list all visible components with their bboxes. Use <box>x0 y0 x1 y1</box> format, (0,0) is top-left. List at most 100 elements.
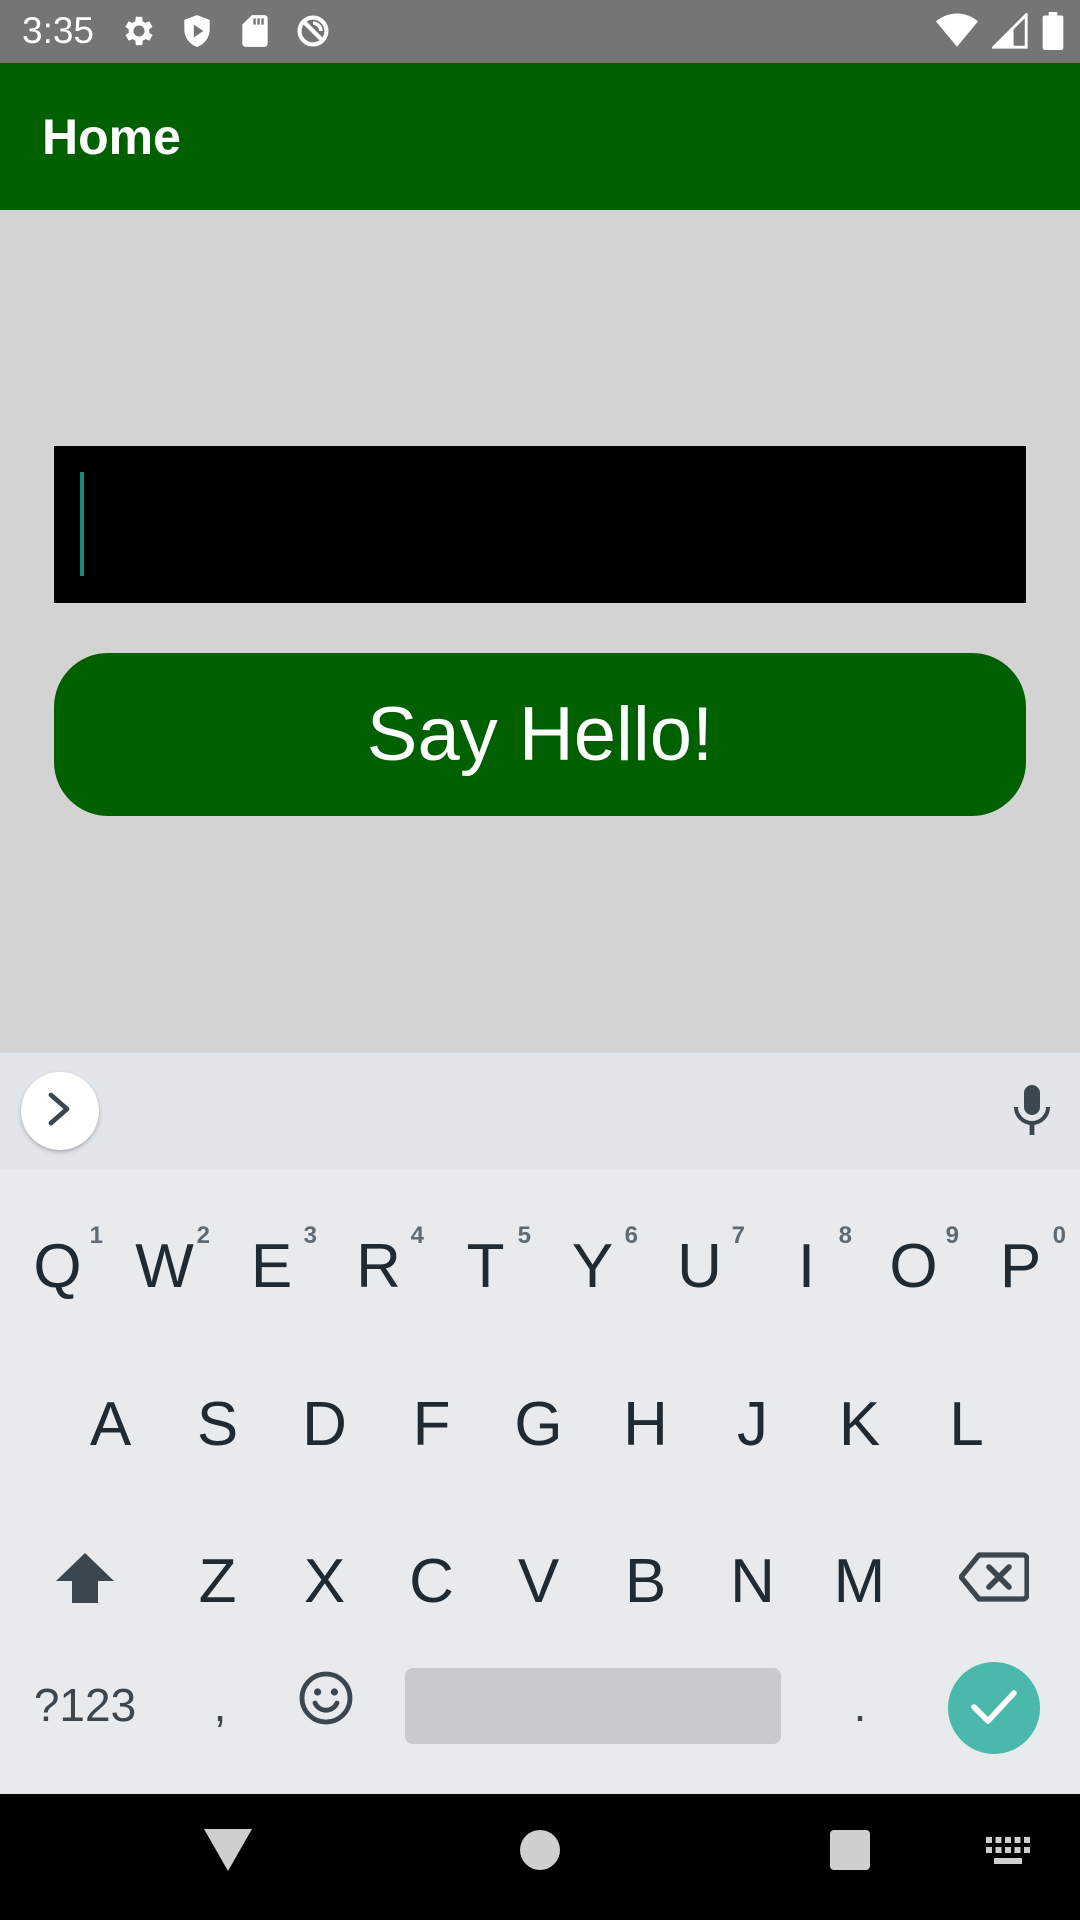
key-a[interactable]: A <box>57 1350 164 1500</box>
key-n[interactable]: N <box>699 1507 806 1657</box>
back-triangle-icon <box>204 1828 252 1876</box>
symbols-key[interactable]: ?123 <box>20 1630 150 1780</box>
key-q[interactable]: Q1 <box>4 1192 111 1342</box>
symbols-label: ?123 <box>33 1679 137 1731</box>
comma-key[interactable]: , <box>170 1630 270 1780</box>
key-p[interactable]: P0 <box>967 1192 1074 1342</box>
key-r[interactable]: R4 <box>325 1192 432 1342</box>
key-hint: 2 <box>196 1222 210 1249</box>
key-hint: 4 <box>410 1222 424 1249</box>
backspace-key[interactable] <box>935 1507 1053 1657</box>
key-l[interactable]: L <box>913 1350 1020 1500</box>
gear-icon <box>120 12 158 50</box>
key-letter: W <box>135 1232 194 1301</box>
text-entry-field[interactable] <box>54 446 1026 603</box>
keyboard-icon <box>986 1836 1030 1870</box>
microphone-icon <box>1012 1084 1052 1142</box>
shift-icon <box>56 1547 114 1618</box>
home-circle-icon <box>520 1829 560 1875</box>
key-y[interactable]: Y6 <box>539 1192 646 1342</box>
backspace-icon <box>958 1547 1030 1618</box>
key-k[interactable]: K <box>806 1350 913 1500</box>
status-bar: 3:35 <box>0 0 1080 63</box>
key-j[interactable]: J <box>699 1350 806 1500</box>
key-letter: B <box>624 1547 667 1616</box>
emoji-key[interactable] <box>278 1630 374 1780</box>
key-c[interactable]: C <box>378 1507 485 1657</box>
key-i[interactable]: I8 <box>753 1192 860 1342</box>
cell-signal-icon <box>992 13 1028 49</box>
key-t[interactable]: T5 <box>432 1192 539 1342</box>
key-letter: V <box>517 1547 560 1616</box>
checkmark-icon <box>970 1687 1018 1730</box>
key-hint: 1 <box>89 1222 103 1249</box>
recents-button[interactable] <box>820 1822 880 1882</box>
emoji-icon <box>298 1670 354 1741</box>
text-cursor <box>80 472 84 576</box>
key-hint: 7 <box>731 1222 745 1249</box>
status-time: 3:35 <box>22 10 95 51</box>
enter-key[interactable] <box>948 1662 1040 1754</box>
key-letter: Q <box>33 1232 82 1301</box>
status-left-icons <box>120 12 332 50</box>
key-hint: 0 <box>1052 1222 1066 1249</box>
say-hello-label: Say Hello! <box>366 691 714 777</box>
key-u[interactable]: U7 <box>646 1192 753 1342</box>
key-o[interactable]: O9 <box>860 1192 967 1342</box>
battery-icon <box>1042 12 1064 50</box>
key-w[interactable]: W2 <box>111 1192 218 1342</box>
page-title: Home <box>42 109 181 165</box>
app-bar: Home <box>0 63 1080 210</box>
space-key[interactable] <box>405 1668 781 1744</box>
key-letter: D <box>302 1390 347 1459</box>
key-letter: T <box>466 1232 505 1301</box>
key-letter: P <box>999 1232 1042 1301</box>
wifi-icon <box>936 13 978 49</box>
key-letter: X <box>303 1547 346 1616</box>
key-hint: 9 <box>945 1222 959 1249</box>
key-letter: F <box>412 1390 451 1459</box>
navigation-bar <box>0 1794 1080 1920</box>
key-letter: H <box>623 1390 668 1459</box>
sd-card-icon <box>236 12 274 50</box>
period-label: . <box>853 1679 867 1731</box>
suggestion-bar <box>0 1052 1080 1169</box>
key-b[interactable]: B <box>592 1507 699 1657</box>
key-letter: M <box>833 1547 886 1616</box>
key-letter: U <box>677 1232 722 1301</box>
key-hint: 5 <box>517 1222 531 1249</box>
key-h[interactable]: H <box>592 1350 699 1500</box>
key-letter: J <box>737 1390 768 1459</box>
no-sync-icon <box>294 12 332 50</box>
key-s[interactable]: S <box>164 1350 271 1500</box>
shield-icon <box>178 12 216 50</box>
key-letter: C <box>409 1547 454 1616</box>
key-hint: 3 <box>303 1222 317 1249</box>
key-hint: 8 <box>838 1222 852 1249</box>
key-e[interactable]: E3 <box>218 1192 325 1342</box>
key-letter: G <box>514 1390 563 1459</box>
say-hello-button[interactable]: Say Hello! <box>54 653 1026 816</box>
key-letter: K <box>838 1390 881 1459</box>
key-letter: N <box>730 1547 775 1616</box>
comma-label: , <box>213 1679 227 1731</box>
key-f[interactable]: F <box>378 1350 485 1500</box>
key-v[interactable]: V <box>485 1507 592 1657</box>
key-letter: I <box>797 1232 816 1301</box>
key-letter: E <box>250 1232 293 1301</box>
voice-input-button[interactable] <box>1010 1084 1054 1142</box>
expand-toolbar-button[interactable] <box>21 1072 99 1150</box>
key-letter: Z <box>198 1547 237 1616</box>
period-key[interactable]: . <box>810 1630 910 1780</box>
key-letter: R <box>356 1232 401 1301</box>
key-g[interactable]: G <box>485 1350 592 1500</box>
key-letter: O <box>889 1232 938 1301</box>
keyboard-switch-button[interactable] <box>980 1828 1036 1878</box>
key-hint: 6 <box>624 1222 638 1249</box>
key-letter: S <box>196 1390 239 1459</box>
key-d[interactable]: D <box>271 1350 378 1500</box>
key-letter: L <box>949 1390 984 1459</box>
recents-square-icon <box>830 1829 870 1875</box>
home-button[interactable] <box>510 1822 570 1882</box>
back-button[interactable] <box>198 1822 258 1882</box>
